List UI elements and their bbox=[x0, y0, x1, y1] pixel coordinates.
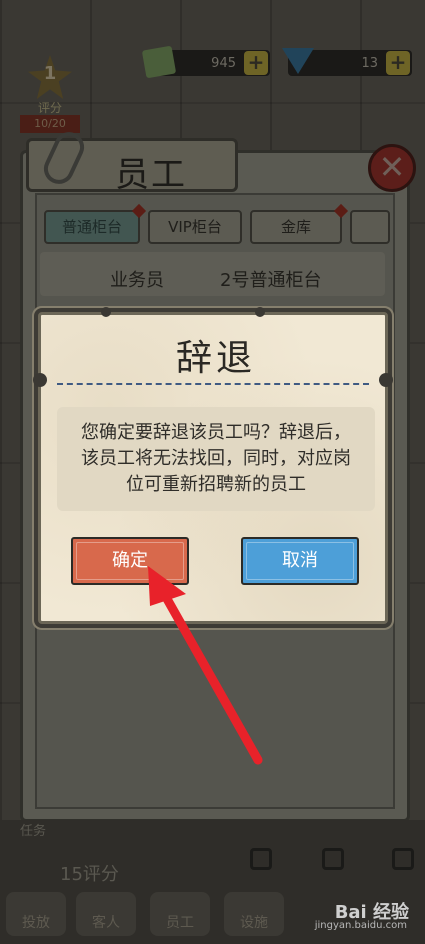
bottom-rating-value: 15 bbox=[60, 864, 83, 885]
dismiss-confirm-dialog: 辞退 您确定要辞退该员工吗？辞退后，该员工将无法找回，同时，对应岗位可重新招聘新… bbox=[33, 307, 393, 624]
nav-label-facilities: 设施 bbox=[240, 915, 268, 931]
rating-badge: 1 评分 10/20 bbox=[10, 55, 90, 135]
gem-icon bbox=[282, 48, 314, 74]
dialog-notch bbox=[255, 307, 265, 317]
close-button[interactable]: ✕ bbox=[368, 144, 416, 192]
tab-vault[interactable]: 金库 bbox=[250, 203, 349, 244]
bottom-rating: 15评分 bbox=[60, 860, 119, 886]
money-counter: 945 + bbox=[141, 45, 270, 79]
tab-regular-counter[interactable]: 普通柜台 bbox=[44, 203, 147, 244]
confirm-button-label: 确定 bbox=[112, 550, 148, 571]
tab-more[interactable] bbox=[350, 210, 390, 244]
panel-title-tab: 员工 bbox=[26, 127, 238, 195]
nav-label-staff: 员工 bbox=[166, 915, 194, 931]
rating-level: 1 bbox=[43, 63, 57, 84]
dialog-title: 辞退 bbox=[175, 338, 256, 379]
panel-title: 员工 bbox=[115, 155, 187, 195]
dialog-message: 您确定要辞退该员工吗？辞退后，该员工将无法找回，同时，对应岗位可重新招聘新的员工 bbox=[81, 422, 351, 495]
add-gems-button[interactable]: + bbox=[386, 51, 410, 75]
cancel-button-label: 取消 bbox=[282, 550, 318, 571]
cancel-button[interactable]: 取消 bbox=[241, 537, 359, 585]
add-money-button[interactable]: + bbox=[244, 51, 268, 75]
gem-counter: 13 + bbox=[282, 48, 412, 76]
tab-label: 普通柜台 bbox=[61, 218, 122, 236]
tab-vip-counter[interactable]: VIP柜台 bbox=[148, 210, 242, 244]
money-value: 945 bbox=[211, 55, 236, 71]
tab-label: 金库 bbox=[280, 218, 311, 236]
lock-icon bbox=[392, 848, 414, 870]
dialog-notch bbox=[101, 307, 111, 317]
lock-icon bbox=[322, 848, 344, 870]
gem-value: 13 bbox=[361, 55, 378, 71]
rating-value: 10/20 bbox=[20, 115, 80, 133]
watermark-url: jingyan.baidu.com bbox=[314, 920, 407, 931]
task-label: 任务 bbox=[20, 824, 47, 839]
employee-counter: 2号普通柜台 bbox=[220, 270, 322, 291]
nav-label-guests: 客人 bbox=[92, 915, 120, 931]
rating-label: 评分 bbox=[37, 101, 62, 115]
close-x-icon: ✕ bbox=[378, 148, 406, 186]
bottom-rating-suffix: 评分 bbox=[82, 864, 119, 885]
dialog-message-box: 您确定要辞退该员工吗？辞退后，该员工将无法找回，同时，对应岗位可重新招聘新的员工 bbox=[57, 407, 375, 511]
confirm-button[interactable]: 确定 bbox=[71, 537, 189, 585]
nav-label-place: 投放 bbox=[22, 915, 50, 931]
lock-icon bbox=[250, 848, 272, 870]
money-icon bbox=[141, 45, 177, 79]
tab-label: VIP柜台 bbox=[168, 218, 222, 236]
dialog-divider bbox=[57, 383, 369, 385]
employee-info-row: 业务员 2号普通柜台 bbox=[40, 252, 385, 296]
employee-role: 业务员 bbox=[110, 270, 164, 291]
